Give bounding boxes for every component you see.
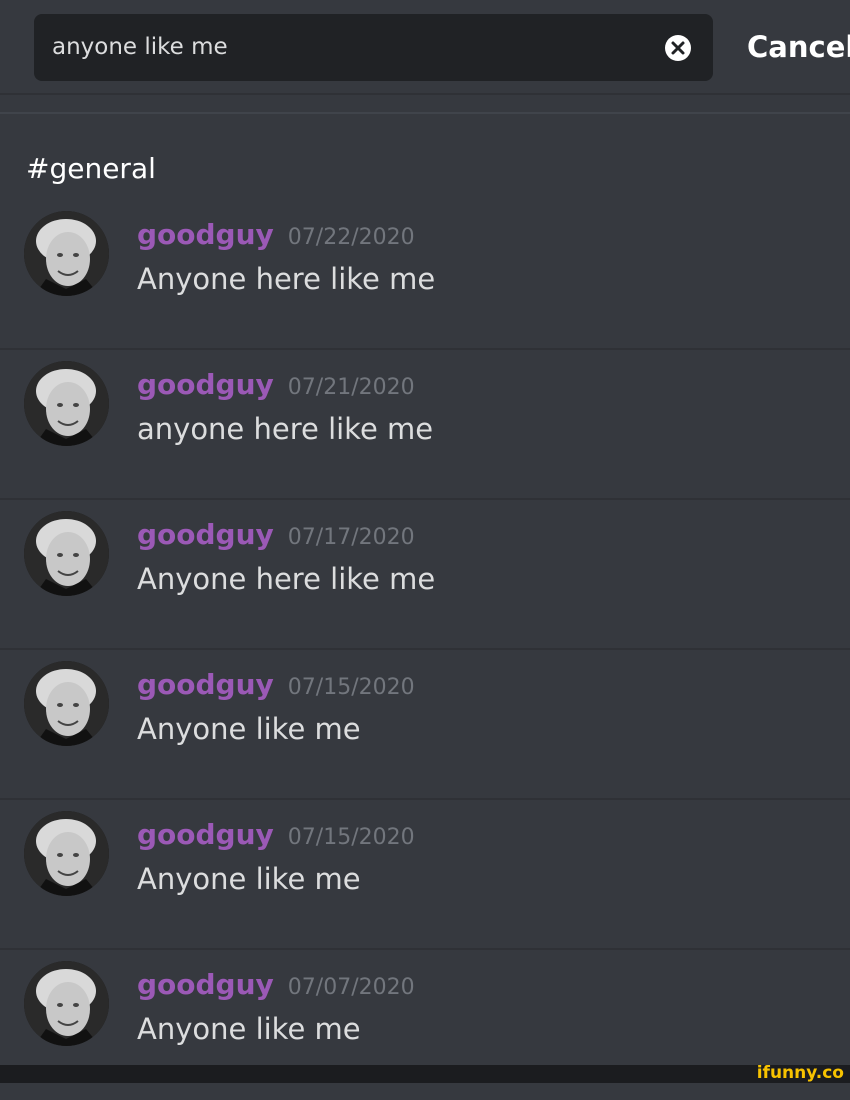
avatar[interactable] [24, 811, 109, 896]
username[interactable]: goodguy [137, 668, 274, 701]
channel-title: #general [26, 152, 156, 185]
message-text: Anyone like me [137, 1012, 361, 1046]
message-header: goodguy 07/15/2020 [137, 668, 415, 701]
avatar[interactable] [24, 661, 109, 746]
search-result-item[interactable]: goodguy 07/21/2020 anyone here like me [0, 350, 850, 500]
username[interactable]: goodguy [137, 368, 274, 401]
clear-search-icon[interactable] [665, 35, 691, 61]
username[interactable]: goodguy [137, 818, 274, 851]
avatar[interactable] [24, 211, 109, 296]
search-input[interactable]: anyone like me [34, 14, 713, 81]
search-results-list: goodguy 07/22/2020 Anyone here like me go… [0, 200, 850, 1100]
divider [0, 112, 850, 114]
timestamp: 07/17/2020 [287, 525, 415, 550]
timestamp: 07/22/2020 [287, 225, 415, 250]
search-result-item[interactable]: goodguy 07/15/2020 Anyone like me [0, 650, 850, 800]
username[interactable]: goodguy [137, 218, 274, 251]
username[interactable]: goodguy [137, 968, 274, 1001]
message-text: anyone here like me [137, 412, 434, 446]
search-result-item[interactable]: goodguy 07/15/2020 Anyone like me [0, 800, 850, 950]
avatar[interactable] [24, 961, 109, 1046]
search-result-item[interactable]: goodguy 07/22/2020 Anyone here like me [0, 200, 850, 350]
search-header: anyone like me Cancel [0, 0, 850, 95]
message-header: goodguy 07/07/2020 [137, 968, 415, 1001]
message-header: goodguy 07/15/2020 [137, 818, 415, 851]
message-text: Anyone like me [137, 712, 361, 746]
watermark-logo: ifunny.co [756, 1063, 844, 1083]
avatar[interactable] [24, 511, 109, 596]
timestamp: 07/07/2020 [287, 975, 415, 1000]
message-header: goodguy 07/22/2020 [137, 218, 415, 251]
avatar[interactable] [24, 361, 109, 446]
cancel-button[interactable]: Cancel [747, 14, 850, 81]
message-header: goodguy 07/17/2020 [137, 518, 415, 551]
username[interactable]: goodguy [137, 518, 274, 551]
timestamp: 07/15/2020 [287, 675, 415, 700]
timestamp: 07/15/2020 [287, 825, 415, 850]
message-text: Anyone like me [137, 862, 361, 896]
timestamp: 07/21/2020 [287, 375, 415, 400]
search-query-text[interactable]: anyone like me [52, 14, 228, 81]
bottom-strip [0, 1065, 850, 1083]
search-result-item[interactable]: goodguy 07/17/2020 Anyone here like me [0, 500, 850, 650]
message-text: Anyone here like me [137, 562, 436, 596]
message-header: goodguy 07/21/2020 [137, 368, 415, 401]
message-text: Anyone here like me [137, 262, 436, 296]
